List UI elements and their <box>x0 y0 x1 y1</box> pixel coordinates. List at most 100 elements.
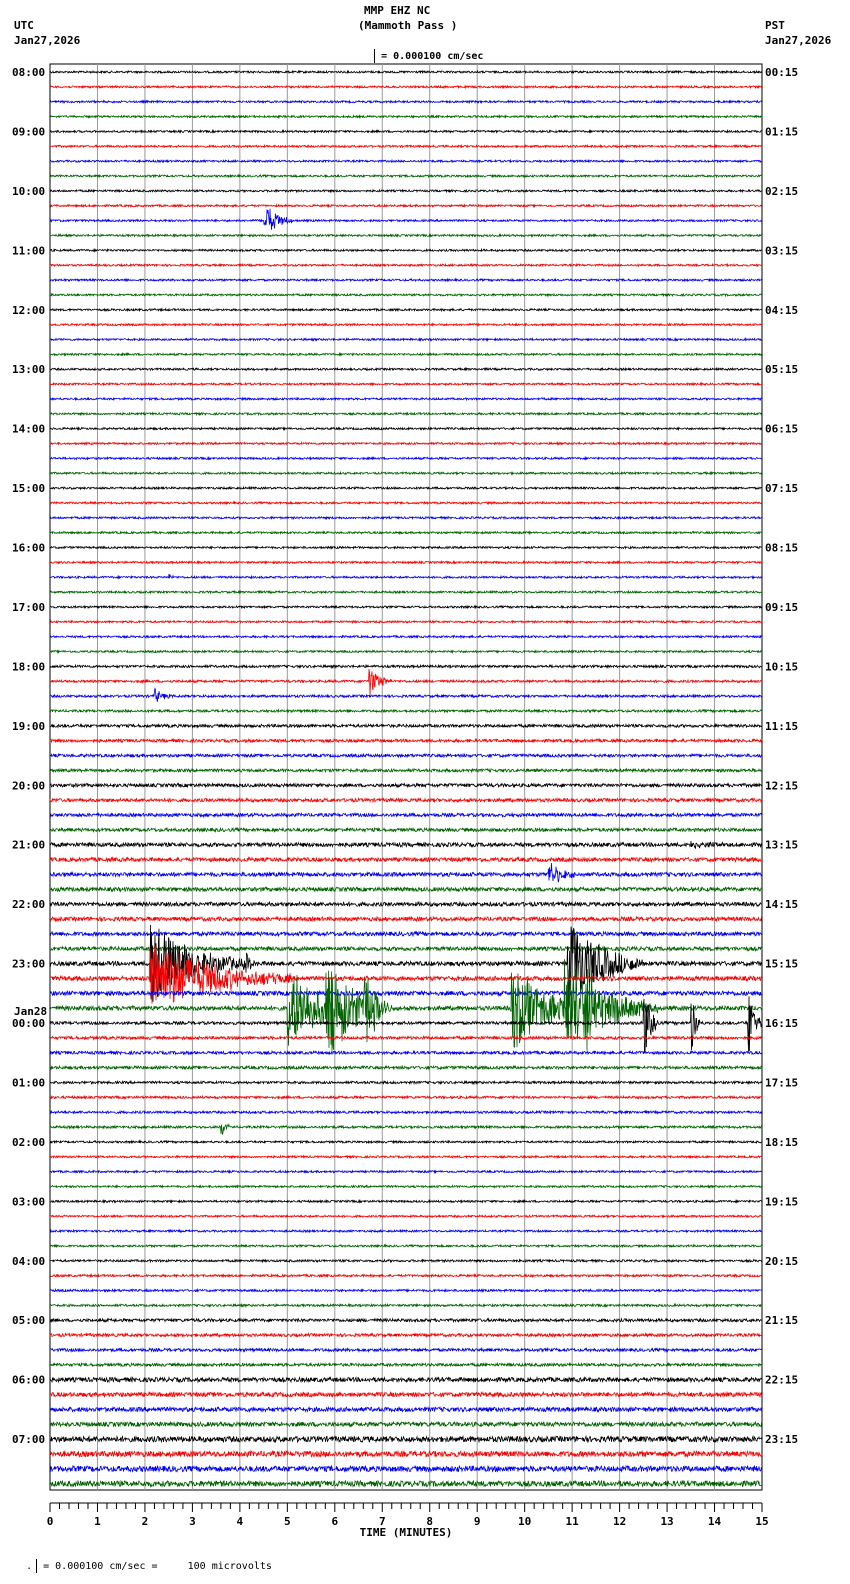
utc-hour-label: 22:00 <box>12 898 45 911</box>
trace-line <box>49 1064 762 1071</box>
utc-hour-label: 02:00 <box>12 1136 45 1149</box>
pst-hour-label: 01:15 <box>765 125 798 138</box>
utc-hour-label: 18:00 <box>12 660 45 673</box>
x-tick-label: 3 <box>189 1515 196 1528</box>
utc-hour-label: 07:00 <box>12 1433 45 1446</box>
x-tick-label: 6 <box>331 1515 338 1528</box>
x-tick-label: 14 <box>708 1515 722 1528</box>
trace-line <box>49 158 763 164</box>
trace-line <box>49 1390 763 1399</box>
trace-line <box>49 1449 763 1459</box>
x-tick-label: 15 <box>755 1515 768 1528</box>
trace-line <box>49 945 763 953</box>
trace-line <box>49 989 763 998</box>
trace-line <box>49 1154 763 1160</box>
trace-line <box>50 1361 763 1368</box>
trace-line <box>49 1317 763 1324</box>
pst-hour-label: 15:15 <box>765 958 798 971</box>
trace-line <box>49 470 763 476</box>
trace-line <box>49 1258 763 1264</box>
trace-line <box>49 1169 763 1175</box>
trace-line <box>49 811 763 819</box>
pst-hour-label: 03:15 <box>765 244 798 257</box>
x-tick-label: 12 <box>613 1515 626 1528</box>
trace-line <box>49 381 763 387</box>
trace-line <box>49 1420 763 1428</box>
pst-hour-label: 08:15 <box>765 542 798 555</box>
utc-hour-label: 17:00 <box>12 601 45 614</box>
trace-line <box>49 708 763 714</box>
trace-line <box>49 208 763 230</box>
trace-line <box>49 796 763 804</box>
trace-line <box>49 322 763 328</box>
trace-line <box>49 1123 763 1135</box>
helicorder-plot: 08:00 00:15 09:00 01:15 10:00 02:15 11:00 03:15… <box>12 63 798 1539</box>
utc-hour-label: 11:00 <box>12 244 45 257</box>
utc-hour-label: 01:00 <box>12 1076 45 1089</box>
utc-hour-label: 03:00 <box>12 1195 45 1208</box>
pst-hour-label: 23:15 <box>765 1433 798 1446</box>
trace-line <box>49 69 763 75</box>
utc-hour-label: 08:00 <box>12 66 45 79</box>
trace-line <box>49 530 763 536</box>
trace-line <box>49 455 763 461</box>
x-tick-label: 1 <box>94 1515 101 1528</box>
seismogram: MMP EHZ NC (Mammoth Pass ) UTC Jan27,202… <box>0 0 850 1584</box>
trace-line <box>49 1273 763 1279</box>
trace-line <box>49 862 763 883</box>
trace-line <box>49 247 763 253</box>
trace-line <box>50 559 763 565</box>
trace-line <box>49 1139 763 1145</box>
pst-hour-label: 16:15 <box>765 1017 798 1030</box>
trace-line <box>49 114 763 120</box>
trace-line <box>49 782 763 789</box>
trace-line <box>50 604 763 610</box>
trace-line <box>49 885 763 893</box>
trace-line <box>49 1034 763 1041</box>
trace-line <box>49 1434 763 1444</box>
trace-line <box>49 1079 763 1086</box>
trace-line <box>49 1464 763 1473</box>
trace-line <box>49 1287 763 1294</box>
x-tick-label: 11 <box>566 1515 580 1528</box>
pst-hour-label: 21:15 <box>765 1314 798 1327</box>
trace-line <box>49 574 763 580</box>
trace-line <box>49 84 762 90</box>
trace-line <box>49 915 763 923</box>
trace-line <box>49 173 763 179</box>
utc-hour-label: 12:00 <box>12 304 45 317</box>
trace-line <box>49 366 763 372</box>
utc-hour-label: 05:00 <box>12 1314 45 1327</box>
trace-line <box>49 545 763 550</box>
x-tick-label: 9 <box>474 1515 481 1528</box>
utc-hour-label: 14:00 <box>12 423 45 436</box>
trace-line <box>49 1049 763 1056</box>
trace-line <box>49 515 763 521</box>
trace-line <box>49 292 763 298</box>
x-tick-label: 5 <box>284 1515 291 1528</box>
pst-hour-label: 00:15 <box>765 66 798 79</box>
trace-line <box>49 930 763 938</box>
pst-hour-label: 12:15 <box>765 779 798 792</box>
trace-line <box>49 589 763 595</box>
trace-line <box>50 841 763 849</box>
trace-line <box>49 99 763 105</box>
trace-line <box>49 396 763 402</box>
pst-hour-label: 14:15 <box>765 898 798 911</box>
trace-line <box>49 619 763 625</box>
trace-line <box>49 262 763 268</box>
pst-hour-label: 04:15 <box>765 304 798 317</box>
trace-line <box>49 1332 763 1339</box>
trace-line <box>49 1198 763 1204</box>
trace-line <box>49 441 763 446</box>
trace-line <box>49 1109 763 1115</box>
trace-line <box>49 143 763 149</box>
utc-hour-label: 23:00 <box>12 958 45 971</box>
trace-line <box>49 232 763 238</box>
trace-line <box>49 1094 763 1100</box>
trace-line <box>49 336 763 342</box>
pst-hour-label: 07:15 <box>765 482 798 495</box>
utc-hour-label: 20:00 <box>12 779 45 792</box>
utc-hour-label: 21:00 <box>12 839 45 852</box>
pst-hour-label: 18:15 <box>765 1136 798 1149</box>
